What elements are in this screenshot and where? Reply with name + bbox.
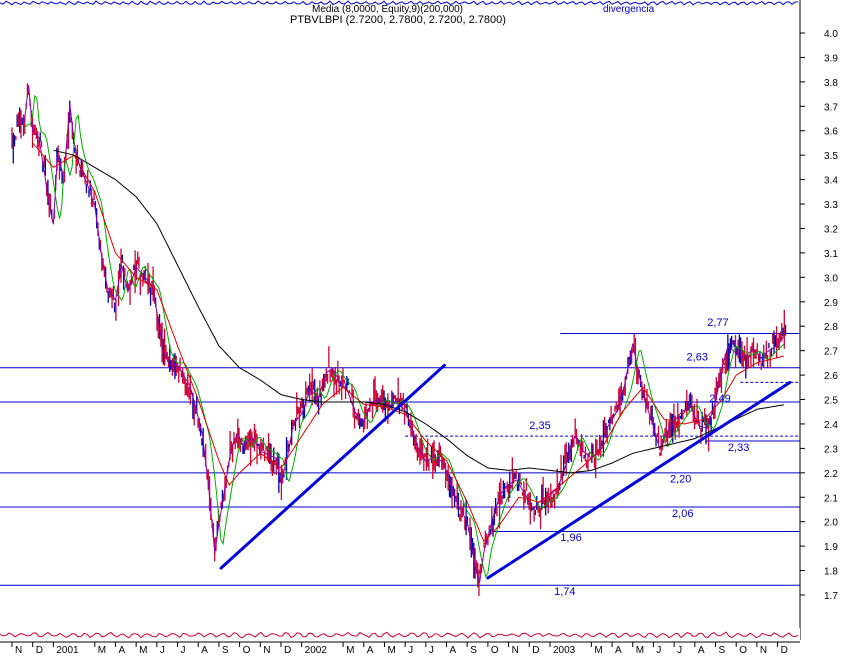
x-tick-label: N <box>263 645 270 655</box>
x-tick-label: S <box>222 645 229 655</box>
y-tick-label: 1.8 <box>824 567 838 578</box>
x-tick-label: A <box>450 645 457 655</box>
x-tick-label: D <box>532 645 539 655</box>
level-label: 2,33 <box>728 442 749 454</box>
y-tick-label: 2.7 <box>824 347 838 358</box>
x-tick-label: O <box>243 645 251 655</box>
x-tick-label: A <box>201 645 208 655</box>
y-tick-label: 3.7 <box>824 102 838 113</box>
x-tick-label: N <box>512 645 519 655</box>
y-tick-label: 3.4 <box>824 176 838 187</box>
x-tick-label: M <box>387 645 395 655</box>
y-tick-label: 3.5 <box>824 151 838 162</box>
x-tick-label: M <box>139 645 147 655</box>
x-tick-label: A <box>367 645 374 655</box>
x-tick-label: J <box>181 645 186 655</box>
y-tick-label: 3.6 <box>824 127 838 138</box>
x-tick-label: 2002 <box>305 645 328 655</box>
y-tick-label: 3.9 <box>824 53 838 64</box>
x-tick-label: 2003 <box>553 645 576 655</box>
chart-canvas: Media (8,0000, Equity,9)(200,000) PTBVLB… <box>0 0 845 656</box>
y-tick-label: 2.0 <box>824 518 838 529</box>
x-tick-label: J <box>656 645 661 655</box>
y-tick-label: 2.9 <box>824 298 838 309</box>
y-tick-label: 1.9 <box>824 542 838 553</box>
x-tick-label: S <box>719 645 726 655</box>
x-tick-label: M <box>594 645 602 655</box>
level-label: 2,77 <box>707 317 728 329</box>
level-label: 1,74 <box>554 586 575 598</box>
y-tick-label: 2.5 <box>824 396 838 407</box>
level-label: 1,96 <box>560 532 581 544</box>
level-label: 2,49 <box>709 393 730 405</box>
y-tick-label: 3.0 <box>824 273 838 284</box>
y-tick-label: 3.2 <box>824 224 838 235</box>
y-tick-label: 2.8 <box>824 322 838 333</box>
x-tick-label: O <box>491 645 499 655</box>
instrument-label: PTBVLBPI (2.7200, 2.7800, 2.7200, 2.7800… <box>290 14 506 26</box>
x-tick-label: D <box>284 645 291 655</box>
x-tick-label: D <box>36 645 43 655</box>
x-tick-label: 2001 <box>56 645 79 655</box>
x-tick-label: J <box>677 645 682 655</box>
x-tick-label: J <box>429 645 434 655</box>
x-tick-label: S <box>470 645 477 655</box>
x-tick-label: M <box>98 645 106 655</box>
x-tick-label: M <box>346 645 354 655</box>
x-tick-label: J <box>408 645 413 655</box>
y-tick-label: 2.4 <box>824 420 838 431</box>
y-tick-label: 2.1 <box>824 493 838 504</box>
x-tick-label: A <box>615 645 622 655</box>
y-tick-label: 2.2 <box>824 469 838 480</box>
x-tick-label: N <box>760 645 767 655</box>
x-tick-label: A <box>118 645 125 655</box>
x-tick-label: O <box>739 645 747 655</box>
y-tick-label: 3.8 <box>824 78 838 89</box>
y-tick-label: 2.3 <box>824 444 838 455</box>
level-label: 2,20 <box>670 474 691 486</box>
y-tick-label: 3.3 <box>824 200 838 211</box>
x-tick-label: A <box>698 645 705 655</box>
divergencia-label: divergencia <box>603 4 655 15</box>
level-label: 2,63 <box>687 351 708 363</box>
level-label: 2,35 <box>529 420 550 432</box>
x-tick-label: M <box>636 645 644 655</box>
y-tick-label: 4.0 <box>824 29 838 40</box>
price-chart: Media (8,0000, Equity,9)(200,000) PTBVLB… <box>0 0 845 656</box>
y-tick-label: 3.1 <box>824 249 838 260</box>
y-tick-label: 1.7 <box>824 591 838 602</box>
level-label: 2,06 <box>672 508 693 520</box>
x-tick-label: D <box>781 645 788 655</box>
y-tick-label: 2.6 <box>824 371 838 382</box>
x-tick-label: N <box>15 645 22 655</box>
x-tick-label: J <box>160 645 165 655</box>
